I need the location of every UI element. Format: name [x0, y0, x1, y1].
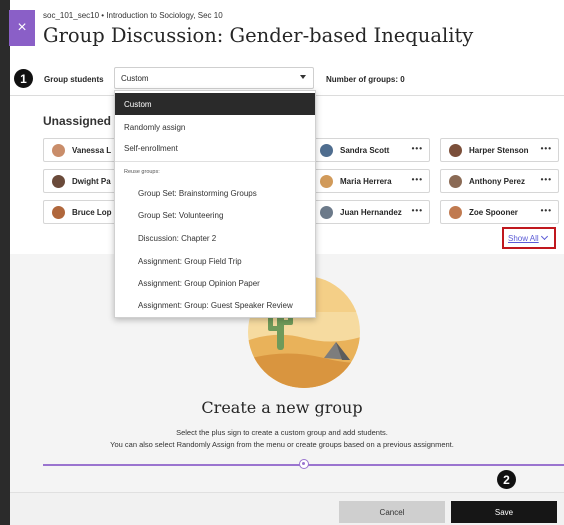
- course-breadcrumb: soc_101_sec10 • Introduction to Sociolog…: [43, 11, 223, 20]
- student-card[interactable]: Zoe Spooner •••: [440, 200, 559, 224]
- more-options-icon[interactable]: •••: [412, 206, 423, 215]
- close-icon[interactable]: ×: [9, 10, 35, 46]
- group-students-select[interactable]: Custom: [114, 67, 314, 89]
- group-students-label: Group students: [44, 75, 104, 84]
- avatar: [320, 174, 333, 188]
- student-name: Harper Stenson: [469, 145, 529, 155]
- avatar: [52, 205, 65, 219]
- menu-item-reuse-group[interactable]: Discussion: Chapter 2: [138, 234, 216, 243]
- reuse-groups-label: Reuse groups:: [124, 169, 160, 175]
- student-name: Zoe Spooner: [469, 207, 518, 217]
- save-button[interactable]: Save: [451, 501, 557, 523]
- chevron-down-icon: [300, 75, 306, 79]
- avatar: [52, 174, 65, 188]
- menu-item-reuse-group[interactable]: Assignment: Group: Guest Speaker Review: [138, 301, 293, 310]
- student-name: Sandra Scott: [340, 145, 390, 155]
- group-discussion-screen: × soc_101_sec10 • Introduction to Sociol…: [0, 0, 564, 525]
- more-options-icon[interactable]: •••: [541, 144, 552, 153]
- more-options-icon[interactable]: •••: [412, 175, 423, 184]
- create-group-title: Create a new group: [201, 398, 363, 417]
- student-name: Dwight Pa: [72, 176, 111, 186]
- student-card[interactable]: Sandra Scott •••: [311, 138, 430, 162]
- student-name: Juan Hernandez: [340, 207, 402, 217]
- student-name: Vanessa L: [72, 145, 112, 155]
- create-group-description-2: You can also select Randomly Assign from…: [110, 440, 454, 449]
- menu-item-custom[interactable]: Custom: [115, 93, 315, 115]
- step-1-badge: 1: [14, 69, 33, 88]
- more-options-icon[interactable]: •••: [541, 206, 552, 215]
- student-card[interactable]: Maria Herrera •••: [311, 169, 430, 193]
- chevron-down-icon: [540, 232, 548, 241]
- add-group-plus-icon[interactable]: [299, 459, 309, 469]
- student-name: Anthony Perez: [469, 176, 526, 186]
- menu-item-randomly-assign[interactable]: Randomly assign: [115, 123, 315, 132]
- show-all-link[interactable]: Show All: [502, 227, 556, 249]
- unassigned-students-heading: Unassigned s: [43, 114, 122, 128]
- student-card[interactable]: Juan Hernandez •••: [311, 200, 430, 224]
- show-all-label: Show All: [508, 234, 539, 243]
- create-group-description-1: Select the plus sign to create a custom …: [176, 428, 388, 437]
- menu-item-reuse-group[interactable]: Assignment: Group Field Trip: [138, 257, 242, 266]
- more-options-icon[interactable]: •••: [541, 175, 552, 184]
- number-of-groups: Number of groups: 0: [326, 75, 405, 84]
- avatar: [449, 143, 462, 157]
- avatar: [52, 143, 65, 157]
- student-card[interactable]: Harper Stenson •••: [440, 138, 559, 162]
- menu-item-reuse-group[interactable]: Group Set: Volunteering: [138, 211, 223, 220]
- menu-item-reuse-group[interactable]: Group Set: Brainstorming Groups: [138, 189, 257, 198]
- more-options-icon[interactable]: •••: [412, 144, 423, 153]
- cancel-button[interactable]: Cancel: [339, 501, 445, 523]
- menu-divider: [115, 161, 315, 162]
- student-name: Bruce Lop: [72, 207, 112, 217]
- group-students-dropdown-menu: Custom Randomly assign Self-enrollment R…: [114, 90, 316, 318]
- group-students-selected-value: Custom: [121, 74, 149, 83]
- avatar: [320, 143, 333, 157]
- avatar: [320, 205, 333, 219]
- page-title: Group Discussion: Gender-based Inequalit…: [43, 24, 474, 47]
- menu-item-self-enrollment[interactable]: Self-enrollment: [115, 144, 315, 153]
- student-name: Maria Herrera: [340, 176, 392, 186]
- step-2-badge: 2: [497, 470, 516, 489]
- avatar: [449, 174, 462, 188]
- avatar: [449, 205, 462, 219]
- menu-item-reuse-group[interactable]: Assignment: Group Opinion Paper: [138, 279, 260, 288]
- student-card[interactable]: Anthony Perez •••: [440, 169, 559, 193]
